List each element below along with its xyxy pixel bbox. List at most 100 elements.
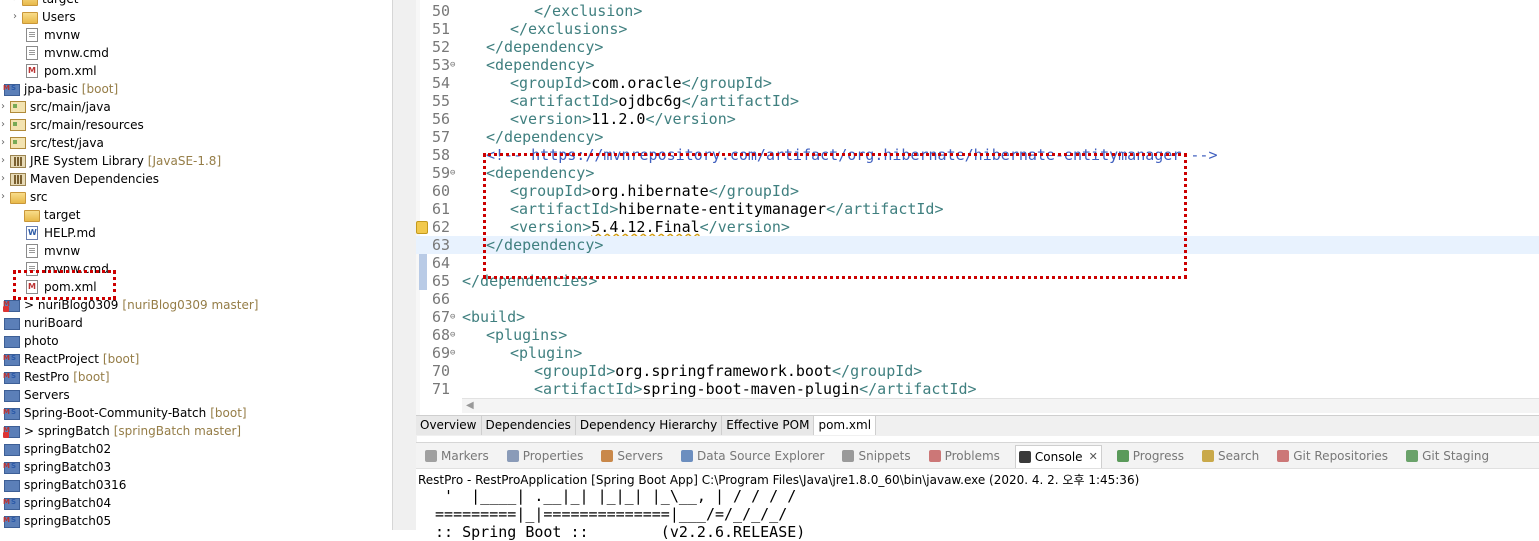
code-line[interactable]: 67 ⊖ <build> xyxy=(416,308,1539,326)
chevron-right-icon[interactable]: › xyxy=(10,8,20,26)
view-tab[interactable]: Git Staging xyxy=(1403,445,1492,467)
scroll-left-icon[interactable]: ◀ xyxy=(466,400,474,411)
panel-divider[interactable] xyxy=(392,0,417,530)
tree-item[interactable]: › target xyxy=(10,0,79,8)
tree-item[interactable]: jpa-basic[boot] xyxy=(3,79,118,98)
tree-item[interactable]: › Maven Dependencies xyxy=(0,170,159,188)
line-number: 70 xyxy=(431,362,450,380)
xml-text: com.oracle xyxy=(591,74,682,92)
fold-collapse-icon[interactable]: ⊖ xyxy=(450,308,455,326)
console-view: RestPro - RestProApplication [Spring Boo… xyxy=(416,468,1539,541)
code-line[interactable]: 50 </exclusion> xyxy=(416,2,1539,20)
tree-item[interactable]: mvnw.cmd xyxy=(24,44,109,62)
tree-item-label: springBatch05 xyxy=(24,514,112,528)
code-line[interactable]: 53 ⊖ <dependency> xyxy=(416,56,1539,74)
code-line[interactable]: 52 </dependency> xyxy=(416,38,1539,56)
view-icon xyxy=(601,450,614,462)
view-tab[interactable]: Properties xyxy=(504,445,587,467)
tree-item[interactable]: springBatch03 xyxy=(3,457,111,476)
view-icon xyxy=(842,450,855,462)
tree-item[interactable]: > springBatch[springBatch master] xyxy=(3,421,242,440)
tree-item[interactable]: › src/main/java xyxy=(0,98,111,116)
tree-item[interactable]: › src/main/resources xyxy=(0,116,144,134)
tree-item[interactable]: mvnw xyxy=(24,242,80,260)
view-tab[interactable]: Data Source Explorer xyxy=(678,445,827,467)
code-line[interactable]: 51 </exclusions> xyxy=(416,20,1539,38)
chevron-right-icon[interactable]: › xyxy=(0,188,8,206)
code-line[interactable]: 71 <artifactId>spring-boot-maven-plugin</… xyxy=(416,380,1539,398)
chevron-right-icon[interactable]: › xyxy=(0,170,8,188)
close-icon[interactable]: ✕ xyxy=(1089,450,1098,463)
code-content: <version>11.2.0</version> xyxy=(510,110,736,128)
proj-icon xyxy=(4,444,20,456)
tree-item[interactable]: Spring-Boot-Community-Batch[boot] xyxy=(3,403,247,422)
word-icon xyxy=(26,226,38,240)
view-tab[interactable]: Git Repositories xyxy=(1274,445,1391,467)
tree-item[interactable]: springBatch02 xyxy=(4,440,111,458)
tree-item[interactable]: HELP.md xyxy=(24,224,96,242)
xml-tag: <plugins> xyxy=(486,326,568,344)
editor-tab[interactable]: Effective POM xyxy=(722,416,815,435)
editor-tab[interactable]: Dependency Hierarchy xyxy=(575,416,723,435)
view-tab[interactable]: Snippets xyxy=(839,445,913,467)
tree-item[interactable]: target xyxy=(24,206,81,224)
chevron-right-icon[interactable]: › xyxy=(0,134,8,152)
chevron-right-icon[interactable]: › xyxy=(10,0,20,8)
proj-icon xyxy=(4,318,20,330)
fold-collapse-icon[interactable]: ⊖ xyxy=(450,164,455,182)
editor-tab[interactable]: Dependencies xyxy=(481,416,576,435)
folder-icon xyxy=(22,12,38,24)
fold-collapse-icon[interactable]: ⊖ xyxy=(450,344,455,362)
fold-collapse-icon[interactable]: ⊖ xyxy=(450,326,455,344)
fold-collapse-icon[interactable]: ⊖ xyxy=(450,56,455,74)
tree-item-label: nuriBoard xyxy=(24,316,83,330)
tree-item[interactable]: Servers xyxy=(4,386,70,404)
code-line[interactable]: 56 <version>11.2.0</version> xyxy=(416,110,1539,128)
tree-item[interactable]: ReactProject[boot] xyxy=(3,349,139,368)
tree-item[interactable]: › Users xyxy=(10,8,76,26)
view-tab[interactable]: Servers xyxy=(598,445,666,467)
tree-item[interactable]: mvnw xyxy=(24,26,80,44)
code-line[interactable]: 66 xyxy=(416,290,1539,308)
view-icon xyxy=(506,450,519,462)
tree-item[interactable]: pom.xml xyxy=(24,62,97,80)
tree-item[interactable]: springBatch0316 xyxy=(4,476,126,494)
editor-tab[interactable]: Overview xyxy=(416,416,482,435)
mvnproj-icon xyxy=(3,457,20,475)
line-number: 57 xyxy=(431,128,450,146)
chevron-right-icon[interactable]: › xyxy=(0,152,8,170)
view-tab[interactable]: Progress xyxy=(1114,445,1187,467)
tree-item[interactable]: springBatch05 xyxy=(3,511,112,530)
view-tab[interactable]: Console ✕ xyxy=(1014,444,1102,468)
code-line[interactable]: 54 <groupId>com.oracle</groupId> xyxy=(416,74,1539,92)
code-line[interactable]: 68 ⊖ <plugins> xyxy=(416,326,1539,344)
code-line[interactable]: 55 <artifactId>ojdbc6g</artifactId> xyxy=(416,92,1539,110)
mvnproj-icon xyxy=(3,367,20,385)
tree-item[interactable]: nuriBoard xyxy=(4,314,83,332)
console-line: :: Spring Boot :: (v2.2.6.RELEASE) xyxy=(426,523,806,541)
code-line[interactable]: 70 <groupId>org.springframework.boot</gro… xyxy=(416,362,1539,380)
console-line: ' |____| .__|_| |_|_| |_\__, | / / / / xyxy=(426,487,797,505)
tree-item-label: springBatch04 xyxy=(24,496,112,510)
tree-item[interactable]: RestPro[boot] xyxy=(3,367,110,386)
editor-horizontal-scrollbar[interactable]: ◀ xyxy=(462,398,1539,413)
tree-item-decoration: [boot] xyxy=(210,406,247,420)
view-tab[interactable]: Search xyxy=(1199,445,1262,467)
view-tab[interactable]: Problems xyxy=(926,445,1003,467)
view-tab[interactable]: Markers xyxy=(422,445,492,467)
tree-item[interactable]: › src xyxy=(0,188,48,206)
view-icon xyxy=(1406,450,1419,462)
code-line[interactable]: 57 </dependency> xyxy=(416,128,1539,146)
editor-tab[interactable]: pom.xml xyxy=(814,416,877,435)
pkg-icon xyxy=(10,119,26,131)
tree-item[interactable]: springBatch04 xyxy=(3,493,112,512)
chevron-right-icon[interactable]: › xyxy=(0,98,8,116)
tree-item[interactable]: › JRE System Library [JavaSE-1.8] xyxy=(0,152,221,170)
tree-item[interactable]: photo xyxy=(4,332,59,350)
line-number: 63 xyxy=(431,236,450,254)
tree-item[interactable]: › src/test/java xyxy=(0,134,104,152)
tree-item-decoration: [springBatch master] xyxy=(113,424,242,438)
view-icon xyxy=(425,450,437,462)
chevron-right-icon[interactable]: › xyxy=(0,116,8,134)
code-line[interactable]: 69 ⊖ <plugin> xyxy=(416,344,1539,362)
